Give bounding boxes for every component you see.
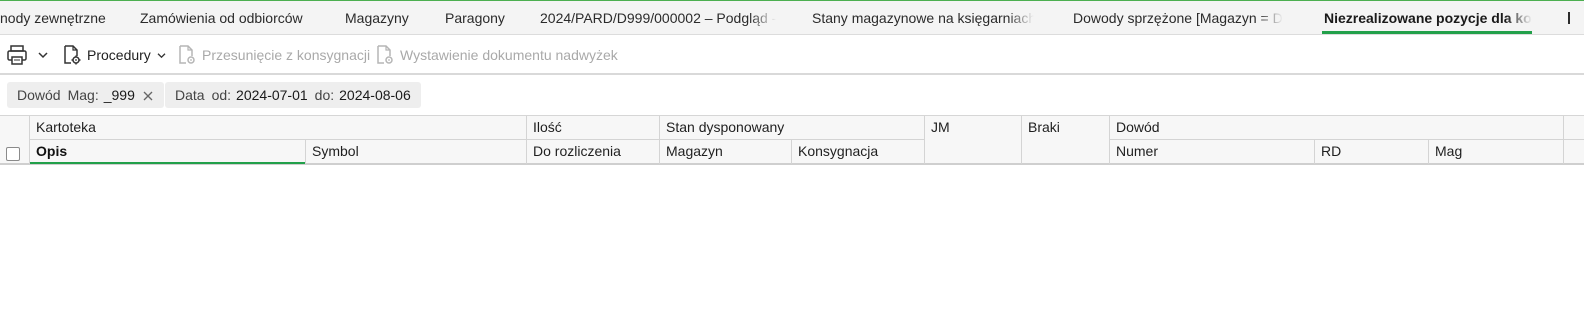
filter-chip-magazyn[interactable]: Dowód Mag: _999 <box>7 82 164 108</box>
tab-dowody-sprzezone[interactable]: Dowody sprzężone [Magazyn = D <box>1073 1 1283 34</box>
tab-label: Magazyny <box>345 10 409 26</box>
tab-overflow[interactable] <box>1566 1 1584 34</box>
column-header-konsygnacja[interactable]: Konsygnacja <box>791 140 924 164</box>
tab-strip: nody zewnętrzne Zamówienia od odbiorców … <box>0 0 1584 35</box>
filter-chip-data[interactable]: Data od: 2024-07-01 do: 2024-08-06 <box>165 82 421 108</box>
filter-key: Data <box>175 87 205 103</box>
active-tab-indicator <box>1322 31 1532 34</box>
procedures-button[interactable]: Procedury <box>62 35 166 75</box>
group-header-ilosc: Ilość <box>526 116 659 140</box>
tab-zamowienia-od-odbiorcow[interactable]: Zamówienia od odbiorców <box>140 1 315 34</box>
tab-fade <box>750 1 776 34</box>
document-gear-icon <box>62 44 82 66</box>
tab-magazyny[interactable]: Magazyny <box>345 1 420 34</box>
tab-fade <box>1506 1 1532 34</box>
tab-podglad-pard[interactable]: 2024/PARD/D999/000002 – Podgląd - <box>540 1 776 34</box>
filter-value-from: 2024-07-01 <box>236 87 308 103</box>
filter-value: _999 <box>103 87 135 103</box>
transfer-from-consignment-button[interactable]: Przesunięcie z konsygnacji <box>177 35 370 75</box>
column-header-numer[interactable]: Numer <box>1109 140 1314 164</box>
tab-paragony[interactable]: Paragony <box>445 1 515 34</box>
column-header-opis[interactable]: Opis <box>29 140 305 164</box>
procedures-label: Procedury <box>87 47 151 63</box>
printer-icon <box>6 44 28 66</box>
filter-key: Dowód <box>17 87 61 103</box>
issue-surplus-document-button[interactable]: Wystawienie dokumentu nadwyżek <box>375 35 618 75</box>
group-header-overflow <box>1563 116 1584 140</box>
surplus-label: Wystawienie dokumentu nadwyżek <box>400 47 618 63</box>
tab-label: Paragony <box>445 10 505 26</box>
column-header-mag[interactable]: Mag <box>1428 140 1563 164</box>
filter-bar: Dowód Mag: _999 Data od: 2024-07-01 do: … <box>0 75 1584 115</box>
column-header-braki[interactable]: Braki <box>1021 116 1109 164</box>
tab-label: Zamówienia od odbiorców <box>140 10 303 26</box>
group-header-kartoteka: Kartoteka <box>29 116 526 140</box>
column-header-jm[interactable]: JM <box>924 116 1021 164</box>
chevron-down-icon[interactable] <box>38 51 48 59</box>
select-all-checkbox[interactable] <box>6 147 20 161</box>
close-icon[interactable] <box>142 89 154 101</box>
tab-fade <box>1257 1 1283 34</box>
column-header-symbol[interactable]: Symbol <box>305 140 526 164</box>
tab-stany-magazynowe[interactable]: Stany magazynowe na księgarniach <box>812 1 1034 34</box>
filter-label-to: do: <box>314 87 335 103</box>
filter-value-to: 2024-08-06 <box>339 87 411 103</box>
tab-label: Niezrealizowane pozycje dla kon <box>1324 10 1532 26</box>
group-header-dowod: Dowód <box>1109 116 1563 140</box>
tab-niezrealizowane-pozycje[interactable]: Niezrealizowane pozycje dla kon <box>1322 1 1532 34</box>
grid-header: Kartoteka Ilość Stan dysponowany JM Brak… <box>0 115 1584 165</box>
print-button[interactable] <box>6 35 48 75</box>
grid-body-empty <box>0 165 1584 311</box>
tab-label: nody zewnętrzne <box>0 10 106 26</box>
tab-fade <box>1008 1 1034 34</box>
filter-label: Mag: <box>67 87 99 103</box>
tab-label: Stany magazynowe na księgarniach <box>812 10 1034 26</box>
tab-label: Dowody sprzężone [Magazyn = D <box>1073 10 1283 26</box>
column-header-do-rozliczenia[interactable]: Do rozliczenia <box>526 140 659 164</box>
toolbar: Procedury Przesunięcie z konsygnacji Wys… <box>0 35 1584 75</box>
group-header-stan-dysponowany: Stan dysponowany <box>659 116 924 140</box>
column-header-rd[interactable]: RD <box>1314 140 1428 164</box>
sort-indicator <box>30 162 305 164</box>
column-header-magazyn[interactable]: Magazyn <box>659 140 791 164</box>
transfer-label: Przesunięcie z konsygnacji <box>202 47 371 63</box>
filter-label-from: od: <box>211 87 232 103</box>
tab-label: 2024/PARD/D999/000002 – Podgląd - <box>540 10 776 26</box>
column-label: Opis <box>36 143 68 159</box>
tab-edge-mark <box>1568 12 1570 24</box>
chevron-down-icon <box>157 52 166 59</box>
tab-dowody-zewnetrzne[interactable]: nody zewnętrzne <box>0 1 108 34</box>
document-gear-icon <box>177 44 197 66</box>
document-gear-icon <box>375 44 395 66</box>
column-header-overflow <box>1563 140 1584 164</box>
